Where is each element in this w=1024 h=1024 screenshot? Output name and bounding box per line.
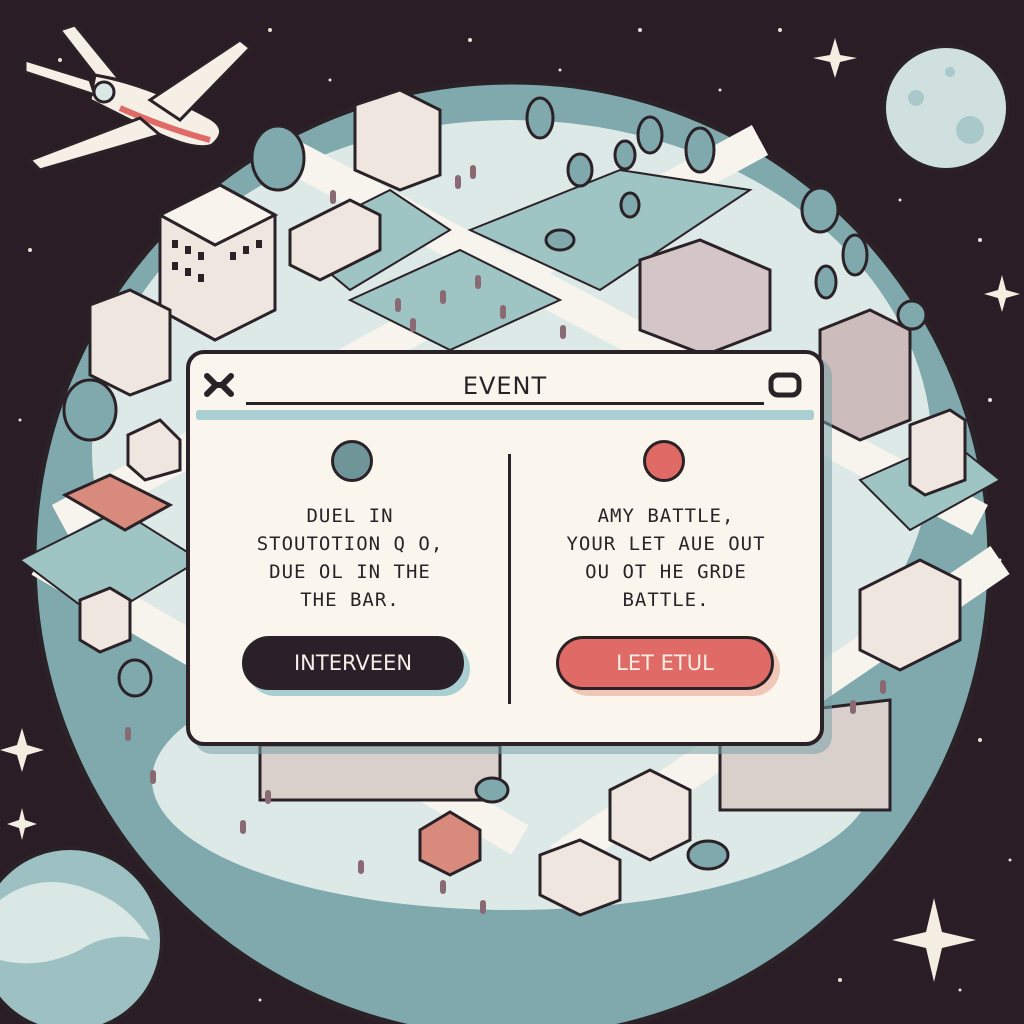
event-dialog: EVENT DUEL IN STOUTOTION Q O, DUE OL IN … (186, 350, 824, 746)
window-icon[interactable] (768, 372, 802, 398)
dialog-header: EVENT (190, 354, 820, 420)
left-choice-text: DUEL IN STOUTOTION Q O, DUE OL IN THE TH… (256, 505, 444, 611)
right-orb-icon (643, 440, 685, 482)
right-choice-text: AMY BATTLE, YOUR LET AUE OUT OU OT HE GR… (566, 505, 766, 611)
left-choice-panel: DUEL IN STOUTOTION Q O, DUE OL IN THE TH… (200, 440, 500, 740)
panel-divider (508, 454, 511, 704)
left-orb-icon (331, 440, 373, 482)
header-accent-bar (196, 410, 814, 420)
right-choice-panel: AMY BATTLE, YOUR LET AUE OUT OU OT HE GR… (516, 440, 816, 740)
intervene-button[interactable]: INTERVEEN (242, 636, 464, 690)
moon-icon (882, 44, 1010, 172)
header-rule (246, 402, 764, 405)
dialog-title: EVENT (462, 372, 548, 400)
office-tower (156, 183, 279, 342)
let-it-be-button[interactable]: LET ETUL (556, 636, 774, 690)
